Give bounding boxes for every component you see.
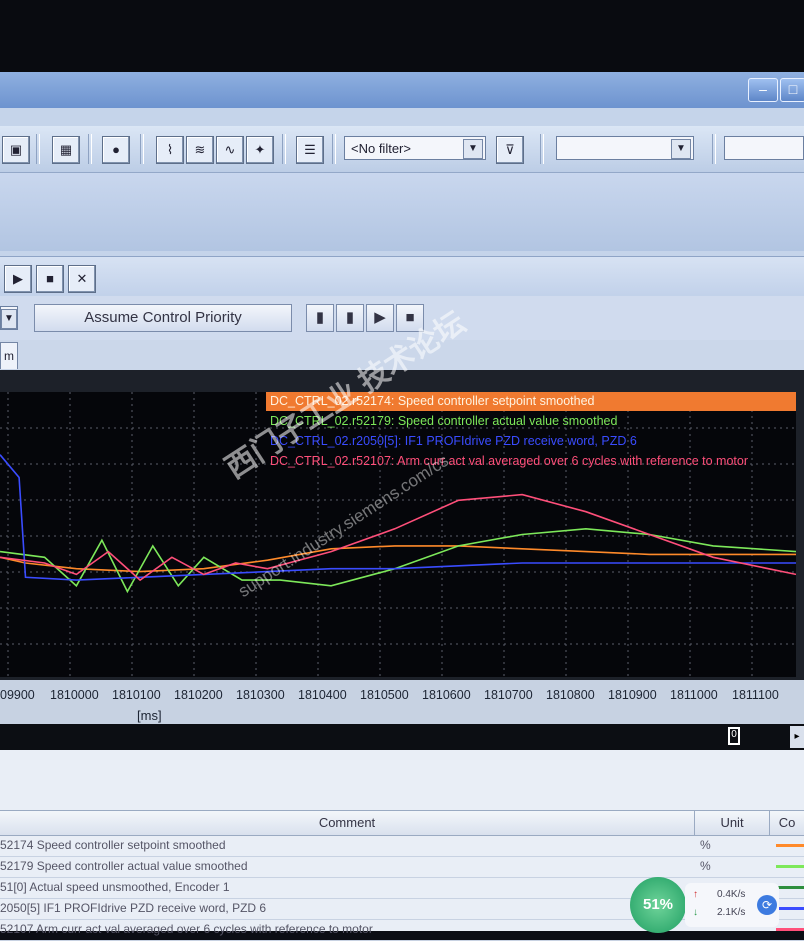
row-comment: 52174 Speed controller setpoint smoothed — [0, 838, 226, 852]
scroll-right-arrow[interactable]: ▸ — [790, 726, 804, 748]
row-unit: % — [700, 859, 711, 873]
x-tick-label: 1810600 — [422, 688, 471, 702]
x-axis-unit: [ms] — [137, 708, 162, 723]
toolbar-separator — [332, 134, 336, 164]
toolbar-separator — [540, 134, 544, 164]
row-color-swatch[interactable] — [776, 844, 804, 847]
x-tick-label: 1810700 — [484, 688, 533, 702]
x-tick-label: 1810100 — [112, 688, 161, 702]
scroll-marker[interactable]: 0 — [728, 727, 740, 745]
table-row[interactable]: 52179 Speed controller actual value smoo… — [0, 856, 804, 878]
accelerate-icon[interactable]: ⟳ — [757, 895, 777, 915]
spark-icon[interactable]: ✦ — [246, 136, 274, 164]
assume-control-priority-button[interactable]: Assume Control Priority — [34, 304, 292, 332]
waveform-icon[interactable]: ∿ — [216, 136, 244, 164]
toolbar-separator — [282, 134, 286, 164]
network-icon[interactable]: ● — [102, 136, 130, 164]
trace-plot[interactable]: DC_CTRL_02.r52174: Speed controller setp… — [0, 392, 797, 677]
download-arrow-icon: ↓ — [693, 907, 698, 918]
row-comment: 52107 Arm curr act val averaged over 6 c… — [0, 922, 373, 936]
chevron-down-icon: ▼ — [463, 139, 483, 159]
color-column-header[interactable]: Co — [770, 811, 804, 835]
row-comment: 2050[5] IF1 PROFIdrive PZD receive word,… — [0, 901, 267, 915]
upload-arrow-icon: ↑ — [693, 889, 698, 900]
chart-icon[interactable]: ≋ — [186, 136, 214, 164]
tab-diagram[interactable]: m — [0, 342, 18, 369]
cancel-trace-icon[interactable]: ✕ — [68, 265, 96, 293]
filter-settings-icon[interactable]: ⊽ — [496, 136, 524, 164]
row-color-swatch[interactable] — [776, 886, 804, 889]
filter-select-value: <No filter> — [351, 141, 411, 156]
x-tick-label: 09900 — [0, 688, 35, 702]
row-color-swatch[interactable] — [776, 907, 804, 910]
cpu-gauge[interactable]: 51% — [630, 877, 686, 933]
toolbar-separator — [140, 134, 144, 164]
minimize-button[interactable]: – — [748, 78, 778, 102]
list-settings-icon[interactable]: ☰ — [296, 136, 324, 164]
stop-icon[interactable]: ■ — [36, 265, 64, 293]
x-tick-label: 1811100 — [732, 688, 779, 702]
x-tick-label: 1810200 — [174, 688, 223, 702]
row-unit: % — [700, 838, 711, 852]
table-row[interactable]: 52107 Arm curr act val averaged over 6 c… — [0, 919, 804, 941]
x-tick-label: 1810900 — [608, 688, 657, 702]
drive-on-icon[interactable]: ▮ — [306, 304, 334, 332]
extra-select[interactable] — [724, 136, 804, 160]
table-row[interactable]: 52174 Speed controller setpoint smoothed… — [0, 835, 804, 857]
trace-icon[interactable]: ⌇ — [156, 136, 184, 164]
x-axis: 09900 1810000 1810100 1810200 1810300 1810400… — [0, 680, 804, 724]
chevron-down-icon: ▼ — [671, 139, 691, 159]
x-tick-label: 1810000 — [50, 688, 99, 702]
drive-off-icon[interactable]: ▮ — [336, 304, 364, 332]
main-toolbar: ▣ ▦ ● ⌇ ≋ ∿ ✦ ☰ <No filter> ▼ ⊽ ▼ — [0, 126, 804, 173]
trace-scroll-row: 0 ▸ — [0, 724, 804, 750]
filter-select[interactable]: <No filter> ▼ — [344, 136, 486, 160]
row-comment: 51[0] Actual speed unsmoothed, Encoder 1 — [0, 880, 230, 894]
x-tick-label: 1810500 — [360, 688, 409, 702]
legend-entry[interactable]: DC_CTRL_02.r52107: Arm curr act val aver… — [266, 452, 748, 471]
secondary-select[interactable]: ▼ — [556, 136, 694, 160]
window-title-bar: – □ — [0, 72, 804, 108]
play-icon[interactable]: ▶ — [4, 265, 32, 293]
x-tick-label: 1810400 — [298, 688, 347, 702]
toolbar-separator — [712, 134, 716, 164]
x-tick-label: 1811000 — [670, 688, 718, 702]
signal-table-header: Comment Unit Co — [0, 810, 804, 836]
maximize-button[interactable]: □ — [780, 78, 804, 102]
comment-column-header[interactable]: Comment — [0, 811, 695, 835]
series-line-2 — [0, 527, 797, 594]
row-comment: 52179 Speed controller actual value smoo… — [0, 859, 248, 873]
x-tick-label: 1810800 — [546, 688, 595, 702]
upload-speed: 0.4K/s — [717, 889, 746, 900]
x-tick-label: 1810300 — [236, 688, 285, 702]
window-icon[interactable]: ▣ — [2, 136, 30, 164]
jog-play-icon[interactable]: ▶ — [366, 304, 394, 332]
chevron-down-icon: ▼ — [1, 309, 17, 329]
network-speed-widget: ↑ 0.4K/s ↓ 2.1K/s ⟳ — [685, 883, 779, 927]
control-select[interactable]: ▼ — [0, 306, 18, 330]
project-panel — [0, 173, 804, 251]
unit-column-header[interactable]: Unit — [695, 811, 770, 835]
row-color-swatch[interactable] — [776, 865, 804, 868]
toolbar-separator — [88, 134, 92, 164]
device-config-icon[interactable]: ▦ — [52, 136, 80, 164]
trace-toolbar: ▶ ■ ✕ — [0, 256, 804, 297]
toolbar-separator — [36, 134, 40, 164]
dark-background — [0, 0, 804, 72]
legend-entry[interactable]: DC_CTRL_02.r2050[5]: IF1 PROFIdrive PZD … — [266, 432, 637, 451]
download-speed: 2.1K/s — [717, 907, 746, 918]
